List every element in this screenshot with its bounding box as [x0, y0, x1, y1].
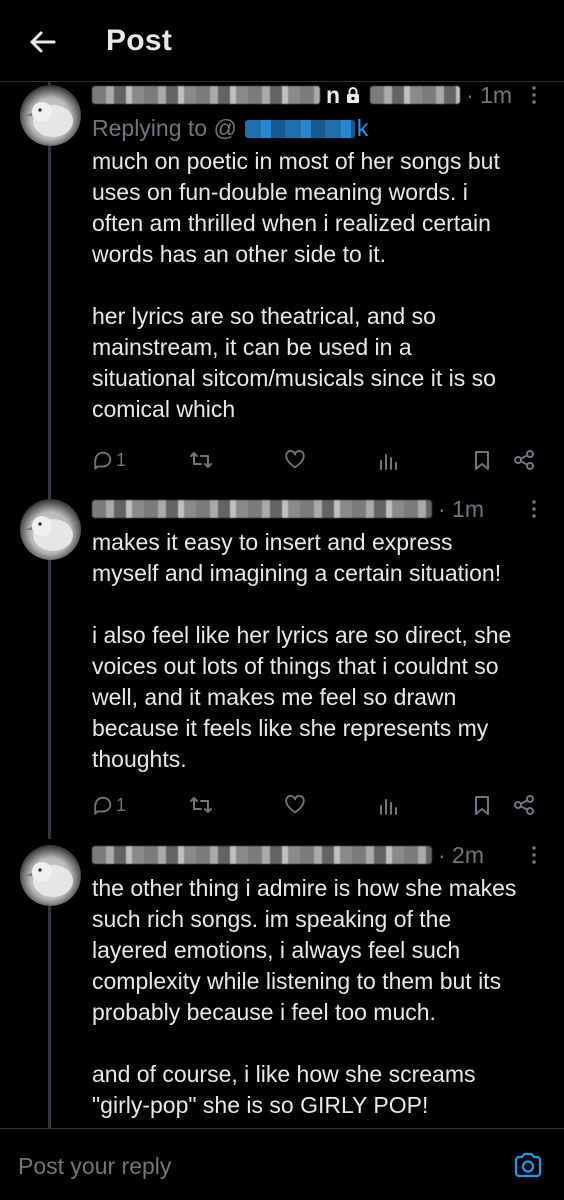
more-options-button[interactable]: [524, 496, 544, 522]
avatar[interactable]: [20, 845, 81, 906]
post-time: · 1m: [466, 81, 513, 108]
avatar[interactable]: [20, 499, 81, 560]
text-line: well, and it makes me feel so drawn: [92, 684, 457, 710]
text-line: myself and imagining a certain situation…: [92, 560, 502, 586]
post-time: · 1m: [438, 495, 484, 522]
text-line: probably because i feel too much.: [92, 999, 436, 1025]
text-line: layered emotions, i always feel such: [92, 937, 461, 963]
views-chart-icon: [380, 454, 397, 470]
heart-icon: [285, 450, 305, 469]
text-line: the other thing i admire is how she make…: [92, 875, 517, 901]
share-icon: [514, 795, 534, 815]
post-meta: · 1m: [92, 496, 544, 522]
text-line: words has an other side to it.: [92, 241, 387, 267]
heart-icon: [285, 795, 305, 814]
repost-button[interactable]: [189, 791, 213, 819]
more-options-button[interactable]: [524, 82, 544, 108]
display-name-suffix: n: [326, 81, 341, 108]
bird-avatar-icon: [25, 862, 73, 897]
post-text: the other thing i admire is how she make…: [92, 873, 550, 1121]
replying-to: Replying to @ k: [92, 115, 368, 142]
arrow-left-icon: [30, 31, 56, 53]
text-line: mainstream, it can be used in a: [92, 334, 412, 360]
replied-handle-tail[interactable]: k: [357, 115, 369, 142]
reply-button[interactable]: 1: [92, 446, 126, 474]
display-name-redacted: [92, 500, 432, 518]
lock-icon: [347, 86, 360, 103]
text-line: situational sitcom/musicals since it is …: [92, 365, 496, 391]
reply-input[interactable]: [18, 1153, 458, 1180]
post-text: much on poetic in most of her songs but …: [92, 146, 550, 425]
more-vertical-icon: [532, 846, 536, 864]
action-bar: 1: [92, 446, 544, 474]
post-meta: n · 1m: [92, 82, 544, 108]
post-time: · 2m: [438, 841, 484, 868]
bookmark-button[interactable]: [472, 791, 492, 819]
camera-icon: [514, 1152, 542, 1178]
text-line: i also feel like her lyrics are so direc…: [92, 622, 512, 648]
bookmark-icon: [475, 451, 489, 470]
bird-avatar-icon: [25, 516, 73, 551]
reply-bubble-icon: [94, 451, 112, 470]
repost-icon: [190, 452, 212, 468]
back-button[interactable]: [26, 26, 58, 58]
text-line: makes it easy to insert and express: [92, 529, 453, 555]
reply-count: 1: [116, 449, 127, 470]
reply-composer-bar: [0, 1128, 564, 1200]
more-vertical-icon: [532, 500, 536, 518]
action-bar: 1: [92, 791, 544, 819]
post-text: makes it easy to insert and express myse…: [92, 527, 550, 775]
text-line: thoughts.: [92, 746, 187, 772]
text-line: much on poetic in most of her songs but: [92, 148, 500, 174]
text-line: and of course, i like how she screams: [92, 1061, 476, 1087]
thread-connector: [48, 904, 51, 1134]
display-name-redacted: [92, 846, 432, 864]
display-name-redacted: [92, 86, 320, 104]
repost-icon: [190, 797, 212, 813]
like-button[interactable]: [284, 791, 306, 819]
thread-connector: [48, 144, 51, 558]
replied-handle-redacted[interactable]: [244, 119, 355, 138]
bookmark-button[interactable]: [472, 446, 492, 474]
reply-count: 1: [116, 794, 127, 815]
share-button[interactable]: [512, 791, 536, 819]
text-line: often am thrilled when i realized certai…: [92, 210, 491, 236]
text-line: comical which: [92, 396, 236, 422]
handle-redacted: [370, 86, 461, 104]
bird-avatar-icon: [25, 102, 73, 137]
avatar[interactable]: [20, 85, 81, 146]
views-button[interactable]: [378, 791, 400, 819]
camera-button[interactable]: [512, 1149, 544, 1181]
text-line: complexity while listening to them but i…: [92, 968, 502, 994]
more-vertical-icon: [532, 86, 536, 104]
text-line: her lyrics are so theatrical, and so: [92, 303, 436, 329]
share-icon: [514, 450, 534, 470]
post-meta: · 2m: [92, 842, 544, 868]
bookmark-icon: [475, 796, 489, 815]
text-line: voices out lots of things that i couldnt…: [92, 653, 499, 679]
text-line: "girly-pop" she is so GIRLY POP!: [92, 1092, 429, 1118]
text-line: such rich songs. im speaking of the: [92, 906, 452, 932]
top-bar: Post: [0, 0, 564, 82]
views-chart-icon: [380, 799, 397, 815]
text-line: uses on fun-double meaning words. i: [92, 179, 468, 205]
thread-connector: [48, 559, 51, 839]
repost-button[interactable]: [189, 446, 213, 474]
more-options-button[interactable]: [524, 842, 544, 868]
page-title: Post: [106, 24, 173, 57]
share-button[interactable]: [512, 446, 536, 474]
views-button[interactable]: [378, 446, 400, 474]
replying-to-label: Replying to @: [92, 115, 237, 141]
text-line: because it feels like she represents my: [92, 715, 489, 741]
reply-bubble-icon: [94, 796, 112, 815]
reply-button[interactable]: 1: [92, 791, 126, 819]
like-button[interactable]: [284, 446, 306, 474]
